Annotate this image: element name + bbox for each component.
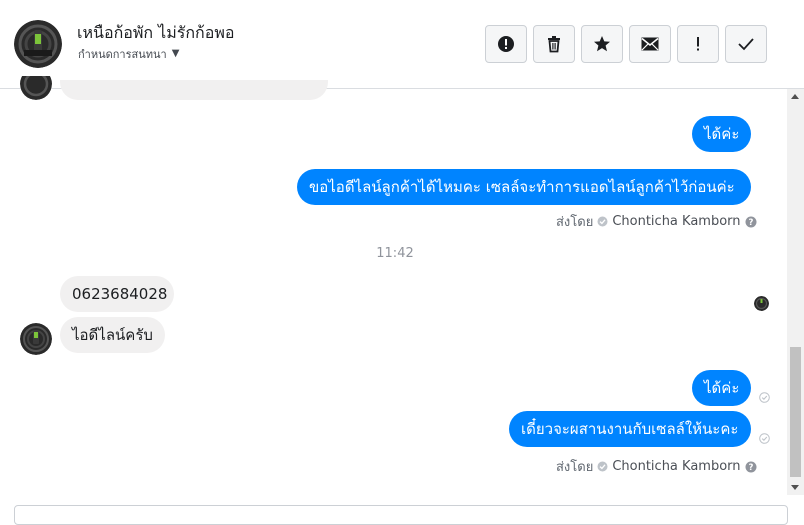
verified-check-icon [597, 216, 608, 227]
star-button[interactable] [581, 25, 623, 63]
message-composer[interactable] [14, 505, 788, 525]
caret-down-icon: ▼ [171, 48, 180, 59]
contact-avatar [20, 76, 52, 100]
message-text: ได้ค่ะ [704, 125, 740, 143]
scroll-thumb[interactable] [790, 347, 801, 477]
avatar[interactable] [14, 20, 62, 68]
delivered-check-icon [759, 433, 770, 444]
important-button[interactable] [677, 25, 719, 63]
report-spam-button[interactable] [485, 25, 527, 63]
help-icon[interactable]: ? [745, 216, 757, 228]
verified-check-icon [597, 461, 608, 472]
conversation-title: เหนือก้อพัก ไม่รักก้อพอ [77, 23, 235, 42]
sent-by-label: ส่งโดย [556, 460, 594, 475]
delete-button[interactable] [533, 25, 575, 63]
sender-name[interactable]: Chonticha Kamborn [612, 214, 740, 229]
sent-by-info: ส่งโดย Chonticha Kamborn ? [556, 456, 757, 477]
seen-avatar [754, 296, 769, 311]
message-outgoing: ได้ค่ะ [692, 370, 751, 406]
sent-by-label: ส่งโดย [556, 215, 594, 230]
conversation-header: เหนือก้อพัก ไม่รักก้อพอ กำหนดการสนทนา ▼ [0, 0, 804, 89]
message-text: ขอไอดีไลน์ลูกค้าได้ไหมคะ เซลล์จะทำการแอด… [309, 178, 735, 196]
scroll-down-icon[interactable] [791, 485, 799, 490]
svg-text:?: ? [748, 218, 753, 228]
sent-by-info: ส่งโดย Chonticha Kamborn ? [556, 211, 757, 232]
envelope-icon [641, 37, 659, 51]
timestamp-separator: 11:42 [376, 246, 414, 261]
trash-icon [548, 36, 560, 53]
message-incoming-partial [60, 80, 328, 100]
message-text: เดี๋ยวจะผสานงานกับเซลล์ให้นะคะ [521, 420, 739, 438]
mark-done-button[interactable] [725, 25, 767, 63]
exclamation-icon [697, 37, 699, 51]
alert-circle-icon [498, 36, 514, 52]
message-text: ได้ค่ะ [704, 379, 740, 397]
star-icon [594, 36, 610, 52]
message-outgoing: ได้ค่ะ [692, 116, 751, 152]
scrollbar[interactable] [787, 89, 804, 495]
conversation-settings-label: กำหนดการสนทนา [78, 48, 167, 61]
conversation-settings-link[interactable]: กำหนดการสนทนา ▼ [78, 45, 179, 63]
mark-unread-button[interactable] [629, 25, 671, 63]
message-incoming: 0623684028 [60, 276, 174, 312]
message-text: ไอดีไลน์ครับ [72, 326, 153, 344]
sender-name[interactable]: Chonticha Kamborn [612, 459, 740, 474]
scroll-up-icon[interactable] [791, 94, 799, 99]
check-icon [738, 38, 754, 51]
message-outgoing: ขอไอดีไลน์ลูกค้าได้ไหมคะ เซลล์จะทำการแอด… [297, 169, 751, 205]
message-incoming: ไอดีไลน์ครับ [60, 317, 165, 353]
help-icon[interactable]: ? [745, 461, 757, 473]
contact-avatar [20, 323, 52, 355]
svg-text:?: ? [748, 463, 753, 473]
message-text: 0623684028 [72, 285, 168, 303]
delivered-check-icon [759, 392, 770, 403]
message-outgoing: เดี๋ยวจะผสานงานกับเซลล์ให้นะคะ [509, 411, 751, 447]
